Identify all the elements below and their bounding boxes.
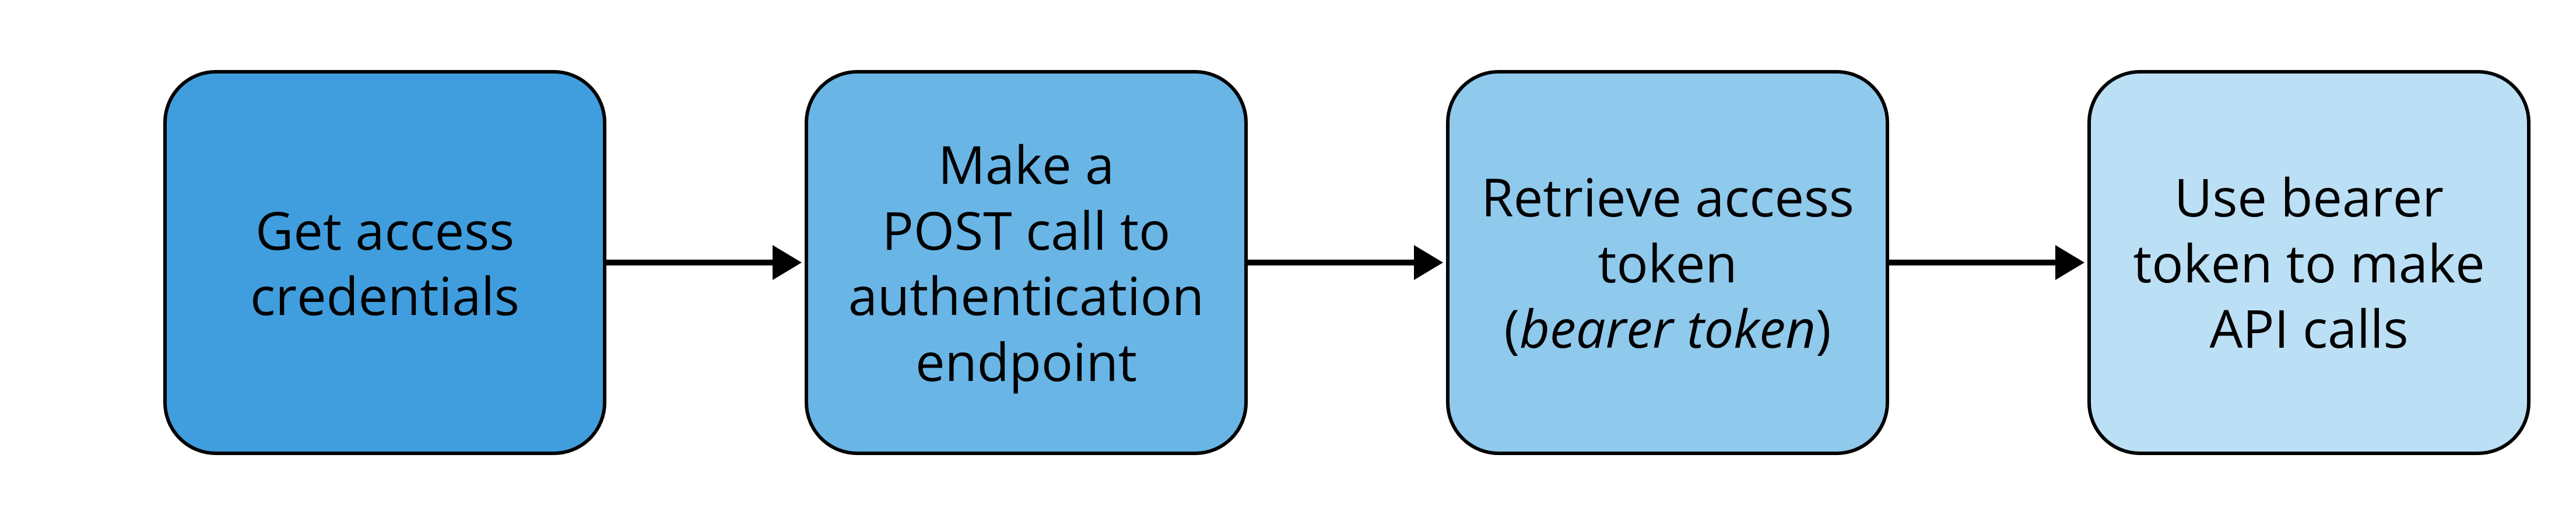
arrow-right-icon bbox=[773, 245, 802, 280]
node-label: Get access credentials bbox=[190, 197, 580, 328]
node-retrieve-token: Retrieve access token (bearer token) bbox=[1446, 70, 1889, 455]
arrow-right-icon bbox=[2055, 245, 2084, 280]
arrow-3-shaft bbox=[1889, 260, 2058, 265]
node-label: Retrieve access token (bearer token) bbox=[1481, 164, 1854, 361]
arrow-1-shaft bbox=[606, 260, 775, 265]
flow-diagram: Get access credentials Make a POST call … bbox=[0, 0, 2576, 528]
node-post-call: Make a POST call to authentication endpo… bbox=[805, 70, 1248, 455]
node-label: Make a POST call to authentication endpo… bbox=[831, 131, 1221, 394]
node-use-token: Use bearer token to make API calls bbox=[2087, 70, 2531, 455]
node-label: Use bearer token to make API calls bbox=[2133, 164, 2484, 361]
arrow-2-shaft bbox=[1248, 260, 1417, 265]
node-get-credentials: Get access credentials bbox=[163, 70, 606, 455]
arrow-right-icon bbox=[1414, 245, 1443, 280]
